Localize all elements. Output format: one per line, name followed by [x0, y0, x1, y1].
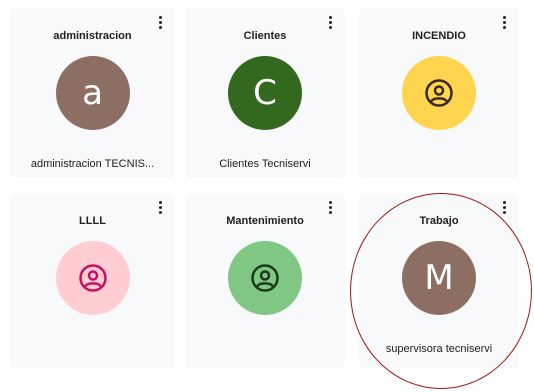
account-circle-icon	[425, 79, 453, 107]
avatar	[228, 241, 302, 315]
group-card-mantenimiento[interactable]: Mantenimiento	[185, 193, 345, 368]
more-options-icon[interactable]	[497, 201, 511, 219]
card-title: INCENDIO	[412, 30, 466, 42]
avatar: C	[228, 56, 302, 130]
account-circle-icon	[251, 264, 279, 292]
card-title: administracion	[53, 30, 132, 42]
avatar-letter: a	[82, 73, 103, 113]
account-circle-icon	[78, 264, 107, 292]
avatar	[55, 241, 130, 315]
group-card-incendio[interactable]: INCENDIO	[359, 8, 519, 178]
group-card-administracion[interactable]: administracion a administracion TECNIS..…	[10, 8, 175, 178]
group-card-llll[interactable]: LLLL	[10, 193, 175, 368]
group-grid: administracion a administracion TECNIS..…	[0, 0, 534, 392]
card-title: LLLL	[79, 215, 106, 227]
card-title: Clientes	[243, 30, 287, 42]
avatar: a	[55, 56, 130, 130]
more-options-icon[interactable]	[153, 16, 167, 34]
card-title: Mantenimiento	[226, 215, 304, 227]
avatar-letter: C	[253, 73, 277, 113]
group-card-trabajo[interactable]: Trabajo M supervisora tecniservi	[359, 193, 519, 368]
avatar: M	[402, 241, 476, 315]
more-options-icon[interactable]	[323, 16, 337, 34]
card-subtitle: supervisora tecniservi	[385, 343, 493, 355]
card-title: Trabajo	[419, 215, 459, 227]
card-subtitle: administracion TECNIS...	[30, 158, 155, 170]
more-options-icon[interactable]	[153, 201, 167, 219]
more-options-icon[interactable]	[323, 201, 337, 219]
group-card-clientes[interactable]: Clientes C Clientes Tecniservi	[185, 8, 345, 178]
card-subtitle: Clientes Tecniservi	[219, 158, 311, 170]
avatar	[402, 56, 476, 130]
more-options-icon[interactable]	[497, 16, 511, 34]
avatar-letter: M	[424, 258, 454, 298]
